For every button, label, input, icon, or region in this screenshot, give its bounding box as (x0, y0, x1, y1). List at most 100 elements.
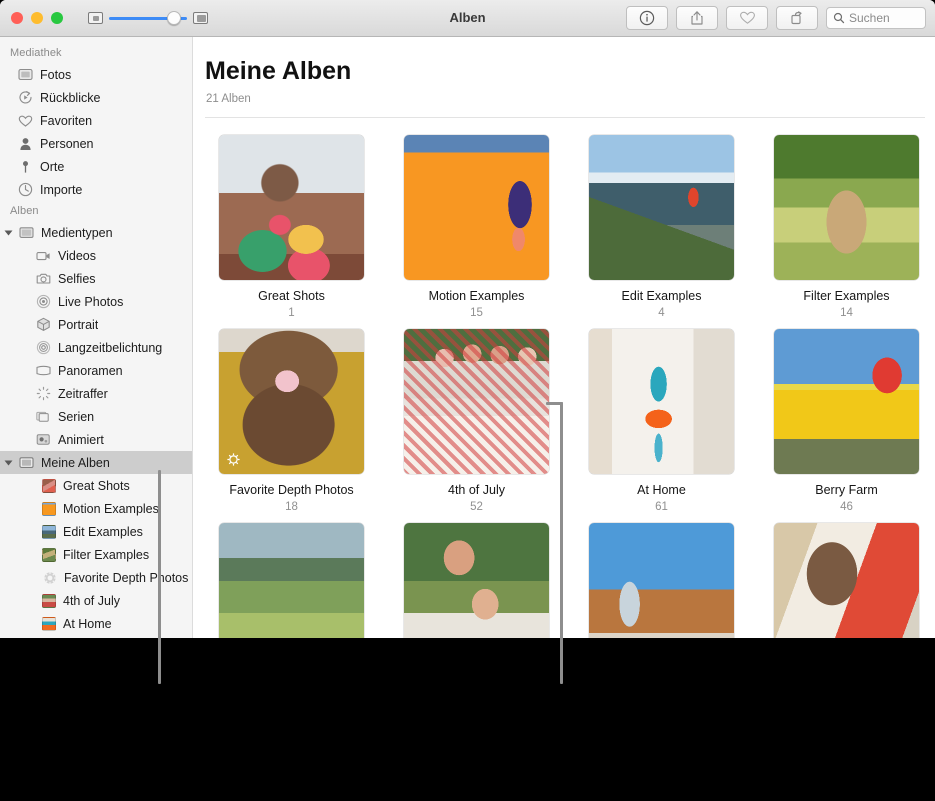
favorite-button[interactable] (726, 6, 768, 30)
chevron-down-icon[interactable] (5, 460, 13, 465)
sidebar-section-header-mediathek: Mediathek (0, 43, 192, 63)
album-item[interactable]: At Home 61 (585, 329, 738, 513)
sidebar-item-importe[interactable]: Importe (0, 178, 192, 201)
sidebar-item-meine-alben[interactable]: Meine Alben (0, 451, 192, 474)
album-item[interactable]: 4th of July 52 (400, 329, 553, 513)
sidebar-item-label: Great Shots (63, 479, 130, 493)
heart-icon (739, 10, 756, 26)
sidebar-item-live-photos[interactable]: Live Photos (0, 290, 192, 313)
sidebar-item-panoramen[interactable]: Panoramen (0, 359, 192, 382)
album-item[interactable] (215, 523, 368, 638)
sidebar-item-label: Fotos (40, 68, 71, 82)
album-item[interactable] (770, 523, 923, 638)
sidebar-item-edit-examples[interactable]: Edit Examples (0, 520, 192, 543)
slider-knob[interactable] (167, 11, 181, 25)
sidebar-item-label: 4th of July (63, 594, 120, 608)
sidebar-item-orte[interactable]: Orte (0, 155, 192, 178)
album-thumbnail-icon (42, 525, 56, 539)
album-name: Motion Examples (429, 289, 525, 303)
sidebar-item-medientypen[interactable]: Medientypen (0, 221, 192, 244)
sidebar-item-serien[interactable]: Serien (0, 405, 192, 428)
chevron-down-icon[interactable] (5, 230, 13, 235)
album-thumbnail[interactable] (774, 523, 919, 638)
rotate-button[interactable] (776, 6, 818, 30)
folder-icon (19, 225, 34, 240)
album-thumbnail[interactable] (404, 135, 549, 280)
zoom-out-icon[interactable] (88, 12, 103, 24)
live-icon (36, 294, 51, 309)
timelapse-icon (36, 386, 51, 401)
sidebar-item-label: Favorite Depth Photos (64, 571, 188, 585)
sidebar-item-favorite-depth-photos[interactable]: Favorite Depth Photos (0, 566, 192, 589)
traffic-lights (11, 12, 63, 24)
search-input[interactable]: Suchen (826, 7, 926, 29)
album-thumbnail[interactable] (774, 329, 919, 474)
sidebar-item-4th-of-july[interactable]: 4th of July (0, 589, 192, 612)
album-item[interactable]: Motion Examples 15 (400, 135, 553, 319)
album-thumbnail[interactable] (219, 329, 364, 474)
depth-gear-icon (226, 452, 241, 467)
share-button[interactable] (676, 6, 718, 30)
video-icon (36, 248, 51, 263)
album-thumbnail[interactable] (219, 135, 364, 280)
album-item[interactable]: Filter Examples 14 (770, 135, 923, 319)
sidebar-item-fotos[interactable]: Fotos (0, 63, 192, 86)
album-thumbnail[interactable] (589, 329, 734, 474)
album-item[interactable] (400, 523, 553, 638)
album-name: Great Shots (258, 289, 325, 303)
album-item[interactable]: Edit Examples 4 (585, 135, 738, 319)
page-title: Meine Alben (205, 57, 935, 86)
sidebar-item-label: Edit Examples (63, 525, 143, 539)
heart-icon (18, 113, 33, 128)
album-name: Favorite Depth Photos (229, 483, 353, 497)
sidebar-item-label: Animiert (58, 433, 104, 447)
minimize-button[interactable] (31, 12, 43, 24)
sidebar[interactable]: Mediathek Fotos (0, 37, 193, 638)
sidebar-item-zeitraffer[interactable]: Zeitraffer (0, 382, 192, 405)
sidebar-item-videos[interactable]: Videos (0, 244, 192, 267)
thumbnail-size-slider[interactable] (109, 11, 187, 25)
album-thumbnail[interactable] (774, 135, 919, 280)
close-button[interactable] (11, 12, 23, 24)
sidebar-item-label: Serien (58, 410, 94, 424)
zoom-button[interactable] (51, 12, 63, 24)
sidebar-item-motion-examples[interactable]: Motion Examples (0, 497, 192, 520)
sidebar-item-label: Filter Examples (63, 548, 149, 562)
window-body: Mediathek Fotos (0, 37, 935, 638)
rotate-icon (789, 10, 805, 26)
album-item[interactable]: Berry Farm 46 (770, 329, 923, 513)
info-button[interactable] (626, 6, 668, 30)
album-item[interactable] (585, 523, 738, 638)
album-item[interactable]: Favorite Depth Photos 18 (215, 329, 368, 513)
sidebar-item-portrait[interactable]: Portrait (0, 313, 192, 336)
folder-icon (19, 455, 34, 470)
sidebar-item-selfies[interactable]: Selfies (0, 267, 192, 290)
sidebar-item-label: Panoramen (58, 364, 123, 378)
longexposure-icon (36, 340, 51, 355)
info-icon (639, 10, 655, 26)
sidebar-item-label: Selfies (58, 272, 96, 286)
album-thumbnail[interactable] (404, 523, 549, 638)
album-thumbnail[interactable] (404, 329, 549, 474)
sidebar-item-at-home[interactable]: At Home (0, 612, 192, 635)
album-count: 52 (470, 501, 483, 513)
thumbnail-size-control[interactable] (88, 11, 208, 25)
sidebar-item-label: Portrait (58, 318, 98, 332)
share-icon (689, 10, 705, 26)
album-item[interactable]: Great Shots 1 (215, 135, 368, 319)
sidebar-item-personen[interactable]: Personen (0, 132, 192, 155)
sidebar-item-favoriten[interactable]: Favoriten (0, 109, 192, 132)
sidebar-item-great-shots[interactable]: Great Shots (0, 474, 192, 497)
album-thumbnail[interactable] (589, 135, 734, 280)
panorama-icon (36, 363, 51, 378)
sidebar-item-langzeitbelichtung[interactable]: Langzeitbelichtung (0, 336, 192, 359)
burst-icon (36, 409, 51, 424)
zoom-in-icon[interactable] (193, 12, 208, 24)
album-thumbnail[interactable] (219, 523, 364, 638)
album-count: 46 (840, 501, 853, 513)
sidebar-item-rueckblicke[interactable]: Rückblicke (0, 86, 192, 109)
sidebar-item-filter-examples[interactable]: Filter Examples (0, 543, 192, 566)
sidebar-item-animiert[interactable]: Animiert (0, 428, 192, 451)
animated-icon (36, 432, 51, 447)
album-thumbnail[interactable] (589, 523, 734, 638)
